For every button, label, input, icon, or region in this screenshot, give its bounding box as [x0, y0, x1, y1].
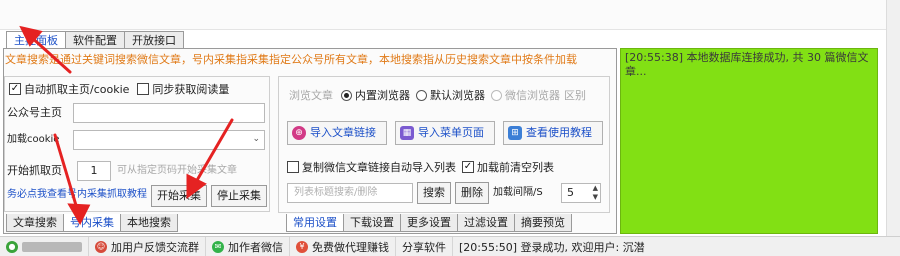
- stop-capture-button[interactable]: 停止采集: [211, 185, 267, 207]
- delete-button[interactable]: 删除: [455, 182, 489, 204]
- clear-list-checkbox[interactable]: [462, 161, 474, 173]
- tab-local-search[interactable]: 本地搜索: [120, 214, 178, 232]
- author-label: 加作者微信: [228, 240, 283, 254]
- chevron-down-icon: ⌄: [252, 134, 260, 144]
- builtin-browser-label: 内置浏览器: [355, 89, 410, 102]
- wechat-browser-note: 区别: [564, 89, 586, 102]
- online-icon: ●: [6, 240, 18, 253]
- tab-article-search[interactable]: 文章搜索: [6, 214, 64, 232]
- view-tutorial-label: 查看使用教程: [526, 126, 592, 139]
- status-bar: ● ☺ 加用户反馈交流群 ✉ 加作者微信 ¥ 免费做代理赚钱 分享软件 [20:…: [0, 236, 900, 256]
- interval-label: 加载间隔/S: [493, 187, 543, 198]
- start-page-label: 开始抓取页: [7, 164, 62, 177]
- wechat-browser-radio[interactable]: [491, 89, 502, 101]
- settings-tabs: 常用设置 下载设置 更多设置 过滤设置 摘要预览: [286, 214, 572, 232]
- agent-label: 免费做代理赚钱: [312, 240, 389, 254]
- tab-open-api[interactable]: 开放接口: [124, 31, 184, 49]
- group-icon: ☺: [95, 240, 107, 253]
- import-menu-label: 导入菜单页面: [418, 126, 484, 139]
- filter-input[interactable]: 列表标题搜索/删除: [287, 183, 413, 203]
- auto-capture-label: 自动抓取主页/cookie: [24, 83, 130, 96]
- grid-icon: ⊞: [508, 126, 522, 140]
- start-page-input[interactable]: 1: [77, 161, 111, 181]
- search-button[interactable]: 搜索: [417, 182, 451, 204]
- copy-links-label: 复制微信文章链接自动导入列表: [302, 161, 456, 174]
- sync-read-label: 同步获取阅读量: [152, 83, 230, 96]
- menu-icon: ▦: [400, 126, 414, 140]
- tab-filter-settings[interactable]: 过滤设置: [457, 214, 515, 232]
- tab-more-settings[interactable]: 更多设置: [400, 214, 458, 232]
- start-capture-button[interactable]: 开始采集: [151, 185, 207, 207]
- author-wechat-link[interactable]: ✉ 加作者微信: [206, 236, 290, 256]
- import-menu-button[interactable]: ▦ 导入菜单页面: [395, 121, 495, 145]
- clear-list-label: 加载前清空列表: [477, 161, 554, 174]
- stepper-arrows-icon[interactable]: ▲ ▼: [593, 184, 598, 202]
- auto-capture-checkbox[interactable]: [9, 83, 21, 95]
- start-page-hint: 可从指定页码开始采集文章: [117, 165, 237, 176]
- sync-read-checkbox[interactable]: [137, 83, 150, 95]
- home-label: 公众号主页: [7, 106, 62, 119]
- window-top-band: [0, 0, 900, 30]
- log-line: [20:55:38] 本地数据库连接成功, 共 30 篇微信文章...: [625, 51, 869, 78]
- home-input[interactable]: [73, 103, 265, 123]
- import-article-button[interactable]: ⊕ 导入文章链接: [287, 121, 387, 145]
- tab-common-settings[interactable]: 常用设置: [286, 214, 344, 232]
- main-tab-bar: 主控面板 软件配置 开放接口: [6, 31, 184, 50]
- browse-label: 浏览文章: [289, 89, 333, 102]
- cookie-select[interactable]: ⌄: [73, 130, 265, 150]
- link-icon: ⊕: [292, 126, 306, 140]
- search-mode-tabs: 文章搜索 号内采集 本地搜索: [6, 214, 178, 232]
- share-label: 分享软件: [402, 240, 446, 254]
- log-panel: [20:55:38] 本地数据库连接成功, 共 30 篇微信文章...: [620, 48, 878, 234]
- user-name-blurred: [22, 241, 82, 252]
- status-message-text: [20:55:50] 登录成功, 欢迎用户: 沉潜: [459, 240, 645, 254]
- default-browser-radio[interactable]: [416, 89, 427, 101]
- tab-account-capture[interactable]: 号内采集: [63, 214, 121, 232]
- wechat-icon: ✉: [212, 240, 224, 253]
- settings-group: 浏览文章 内置浏览器 默认浏览器 微信浏览器 区别 ⊕ 导入文章链接 ▦ 导入菜单页…: [278, 76, 610, 213]
- vertical-scrollbar[interactable]: [886, 0, 900, 236]
- agent-link[interactable]: ¥ 免费做代理赚钱: [290, 236, 396, 256]
- tab-summary-preview[interactable]: 摘要预览: [514, 214, 572, 232]
- builtin-browser-radio[interactable]: [341, 89, 352, 101]
- import-article-label: 导入文章链接: [310, 126, 376, 139]
- status-user: ●: [0, 236, 89, 256]
- share-link[interactable]: 分享软件: [396, 236, 453, 256]
- tutorial-link[interactable]: 务必点我查看号内采集抓取教程: [7, 185, 147, 205]
- account-capture-group: 自动抓取主页/cookie 同步获取阅读量 公众号主页 加载cookie ⌄ 开…: [4, 76, 270, 212]
- coin-icon: ¥: [296, 240, 308, 253]
- cookie-label: 加载cookie: [7, 134, 60, 145]
- feedback-label: 加用户反馈交流群: [111, 240, 199, 254]
- view-tutorial-button[interactable]: ⊞ 查看使用教程: [503, 121, 603, 145]
- wechat-browser-label: 微信浏览器: [505, 89, 560, 102]
- tab-download-settings[interactable]: 下载设置: [343, 214, 401, 232]
- status-message: [20:55:50] 登录成功, 欢迎用户: 沉潜: [453, 237, 651, 256]
- default-browser-label: 默认浏览器: [430, 89, 485, 102]
- interval-stepper[interactable]: 5 ▲ ▼: [561, 183, 601, 203]
- tab-software-config[interactable]: 软件配置: [65, 31, 125, 49]
- copy-links-checkbox[interactable]: [287, 161, 299, 173]
- feedback-group-link[interactable]: ☺ 加用户反馈交流群: [89, 236, 206, 256]
- info-banner: 文章搜索是通过关键词搜索微信文章，号内采集指采集指定公众号所有文章，本地搜索指从…: [5, 53, 577, 66]
- interval-value: 5: [567, 186, 574, 199]
